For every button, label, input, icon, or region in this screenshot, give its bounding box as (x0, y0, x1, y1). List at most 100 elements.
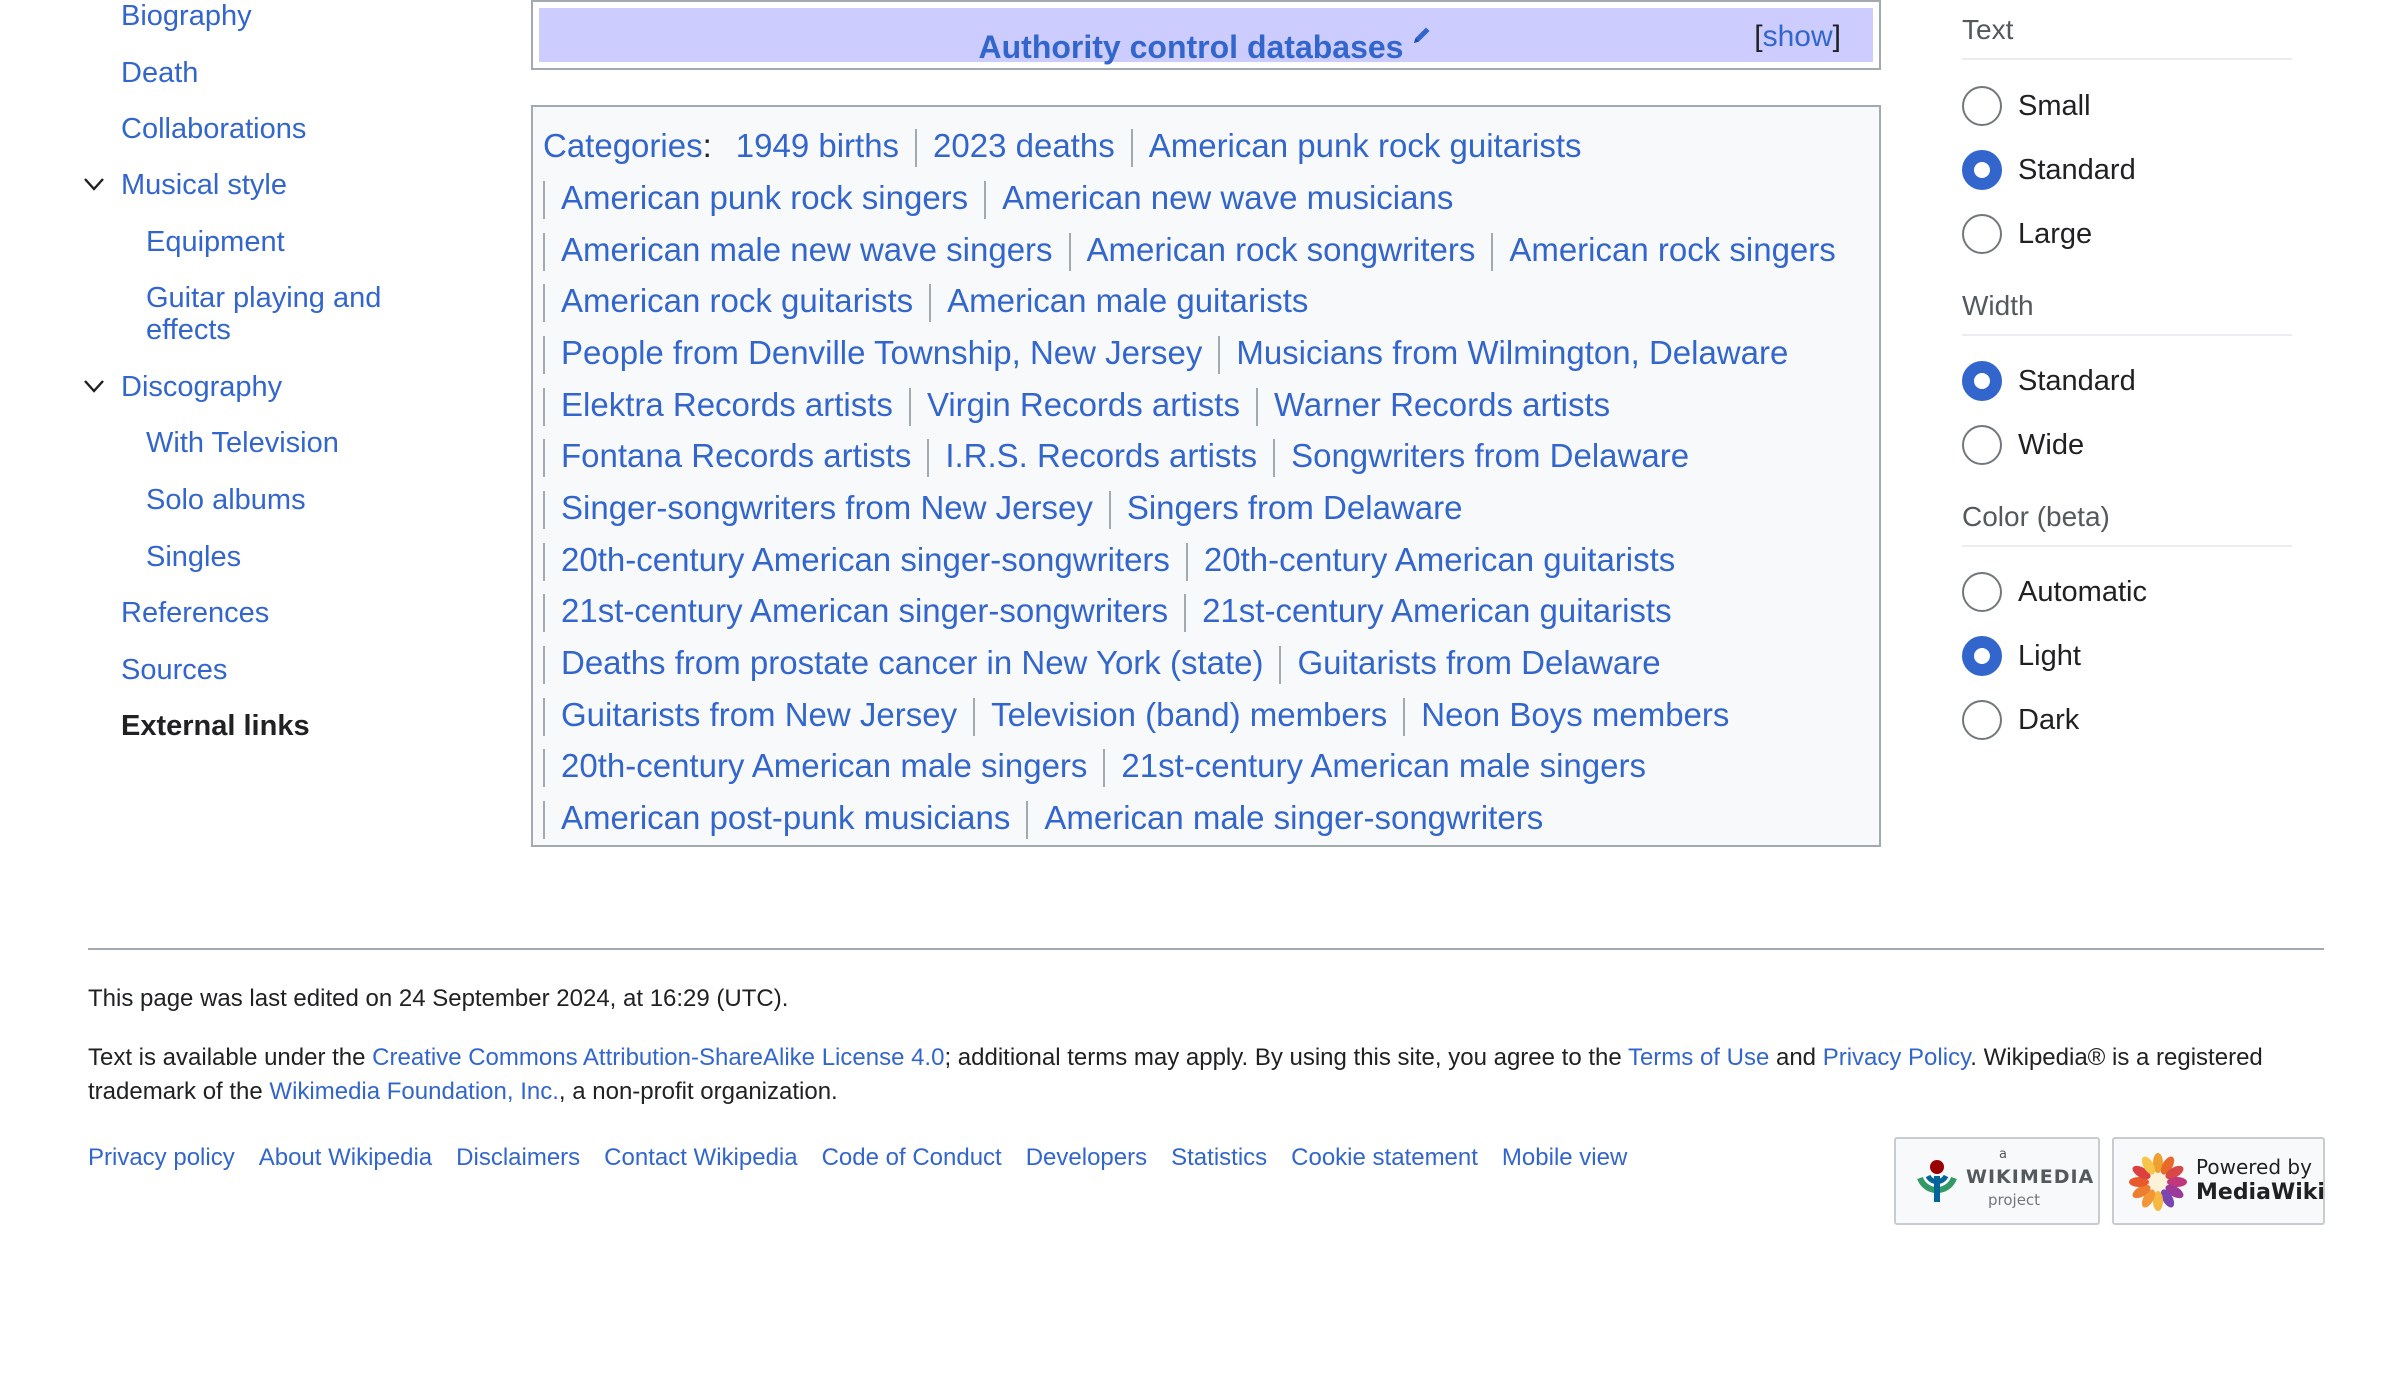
category-link[interactable]: American male new wave singers (561, 231, 1053, 268)
category-row: Categories: 1949 births 2023 deaths America… (543, 120, 1582, 172)
category-link[interactable]: 21st-century American male singers (1121, 747, 1646, 784)
last-edited-info: This page was last edited on 24 Septembe… (88, 985, 789, 1012)
category-link[interactable]: American punk rock singers (561, 179, 968, 216)
category-link[interactable]: American punk rock guitarists (1149, 127, 1582, 164)
category-link[interactable]: Virgin Records artists (927, 386, 1240, 423)
radio-button[interactable] (1962, 86, 2002, 126)
navbox-title-link[interactable]: Authority control databases (979, 29, 1404, 65)
radio-label: Small (2018, 90, 2091, 122)
footer-link-contact[interactable]: Contact Wikipedia (604, 1144, 797, 1171)
radio-button[interactable] (1962, 214, 2002, 254)
footer-link-about[interactable]: About Wikipedia (259, 1144, 432, 1171)
category-separator (1068, 233, 1071, 272)
toc-item-solo-albums[interactable]: Solo albums (146, 484, 306, 516)
powered-by-mediawiki-badge[interactable]: Powered by MediaWiki (2112, 1137, 2325, 1225)
navbox-header: Authority control databases [show] (539, 8, 1873, 65)
category-link[interactable]: 2023 deaths (933, 127, 1115, 164)
categories-label[interactable]: Categories (543, 127, 703, 164)
terms-of-use-link[interactable]: Terms of Use (1628, 1044, 1769, 1071)
mediawiki-sunflower-icon (2129, 1153, 2187, 1211)
toc-item-musical-style[interactable]: Musical style (121, 169, 287, 201)
privacy-policy-inline-link[interactable]: Privacy Policy (1823, 1044, 1971, 1071)
radio-button-checked[interactable] (1962, 636, 2002, 676)
radio-label: Wide (2018, 429, 2085, 461)
category-link[interactable]: 20th-century American singer-songwriters (561, 541, 1170, 578)
category-row: Deaths from prostate cancer in New York … (543, 637, 1661, 689)
category-link[interactable]: Songwriters from Delaware (1291, 437, 1689, 474)
footer-link-code-of-conduct[interactable]: Code of Conduct (822, 1144, 1002, 1171)
toc-item-guitar-line-2: effects (146, 314, 231, 346)
toc-item-equipment[interactable]: Equipment (146, 226, 285, 258)
category-link[interactable]: American male guitarists (947, 282, 1308, 319)
radio-button-checked[interactable] (1962, 361, 2002, 401)
category-link[interactable]: American male singer-songwriters (1044, 799, 1543, 836)
category-separator (543, 543, 545, 582)
category-separator (1273, 439, 1276, 478)
chevron-down-icon[interactable] (80, 170, 108, 198)
toc-item-discography[interactable]: Discography (121, 371, 282, 403)
toc-item-collaborations[interactable]: Collaborations (121, 113, 306, 145)
bracket-close: ] (1832, 20, 1841, 53)
category-link[interactable]: American post-punk musicians (561, 799, 1010, 836)
category-link[interactable]: 20th-century American guitarists (1204, 541, 1675, 578)
license-text-part: ; additional terms may apply. By using t… (944, 1044, 1628, 1071)
radio-button[interactable] (1962, 700, 2002, 740)
category-separator (1185, 543, 1188, 582)
category-link[interactable]: Elektra Records artists (561, 386, 893, 423)
category-link[interactable]: 20th-century American male singers (561, 747, 1087, 784)
toc-item-sources[interactable]: Sources (121, 654, 227, 686)
category-link[interactable]: Singers from Delaware (1127, 489, 1463, 526)
category-separator (543, 284, 545, 323)
radio-label: Standard (2018, 365, 2136, 397)
toc-item-guitar-playing-and-effects[interactable]: Guitar playing and effects (146, 282, 381, 346)
category-link[interactable]: Singer-songwriters from New Jersey (561, 489, 1093, 526)
category-link[interactable]: American rock songwriters (1087, 231, 1476, 268)
pencil-icon[interactable] (1411, 8, 1433, 43)
categories-colon: : (702, 127, 712, 164)
category-row: 20th-century American male singers 21st-c… (543, 740, 1646, 792)
radio-button[interactable] (1962, 425, 2002, 465)
footer-link-mobile-view[interactable]: Mobile view (1502, 1144, 1627, 1171)
footer-link-developers[interactable]: Developers (1026, 1144, 1147, 1171)
navbox-show-toggle: [show] (1754, 8, 1841, 66)
category-separator (1279, 646, 1282, 685)
text-size-heading: Text (1962, 14, 2292, 60)
category-link[interactable]: People from Denville Township, New Jerse… (561, 334, 1202, 371)
category-link[interactable]: 21st-century American singer-songwriters (561, 592, 1168, 629)
category-link[interactable]: I.R.S. Records artists (945, 437, 1257, 474)
radio-button-checked[interactable] (1962, 150, 2002, 190)
footer-link-statistics[interactable]: Statistics (1171, 1144, 1267, 1171)
navbox-show-button[interactable]: show (1763, 20, 1833, 53)
category-link[interactable]: Neon Boys members (1421, 696, 1729, 733)
category-separator (1108, 491, 1111, 530)
category-link[interactable]: American rock singers (1509, 231, 1835, 268)
category-link[interactable]: Guitarists from New Jersey (561, 696, 957, 733)
license-text-part: and (1769, 1044, 1823, 1071)
category-link[interactable]: Fontana Records artists (561, 437, 911, 474)
category-separator (927, 439, 930, 478)
category-row: Fontana Records artists I.R.S. Records ar… (543, 430, 1689, 482)
footer-link-cookie-statement[interactable]: Cookie statement (1291, 1144, 1478, 1171)
category-link[interactable]: Guitarists from Delaware (1297, 644, 1660, 681)
toc-item-death[interactable]: Death (121, 57, 198, 89)
category-link[interactable]: 1949 births (736, 127, 899, 164)
category-link[interactable]: Warner Records artists (1274, 386, 1610, 423)
category-link[interactable]: 21st-century American guitarists (1202, 592, 1672, 629)
category-link[interactable]: American rock guitarists (561, 282, 913, 319)
category-link[interactable]: American new wave musicians (1002, 179, 1453, 216)
category-link[interactable]: Deaths from prostate cancer in New York … (561, 644, 1263, 681)
toc-item-biography[interactable]: Biography (121, 0, 252, 32)
toc-item-singles[interactable]: Singles (146, 541, 241, 573)
cc-license-link[interactable]: Creative Commons Attribution-ShareAlike … (372, 1044, 944, 1071)
wikimedia-foundation-link[interactable]: Wikimedia Foundation, Inc. (269, 1078, 558, 1105)
radio-button[interactable] (1962, 572, 2002, 612)
category-link[interactable]: Television (band) members (991, 696, 1387, 733)
wikimedia-project-badge[interactable]: a WIKIMEDIA project (1894, 1137, 2100, 1225)
toc-item-external-links[interactable]: External links (121, 710, 310, 742)
toc-item-references[interactable]: References (121, 597, 269, 629)
category-link[interactable]: Musicians from Wilmington, Delaware (1236, 334, 1788, 371)
toc-item-with-television[interactable]: With Television (146, 427, 339, 459)
chevron-down-icon[interactable] (80, 372, 108, 400)
footer-link-disclaimers[interactable]: Disclaimers (456, 1144, 580, 1171)
footer-link-privacy-policy[interactable]: Privacy policy (88, 1144, 235, 1171)
